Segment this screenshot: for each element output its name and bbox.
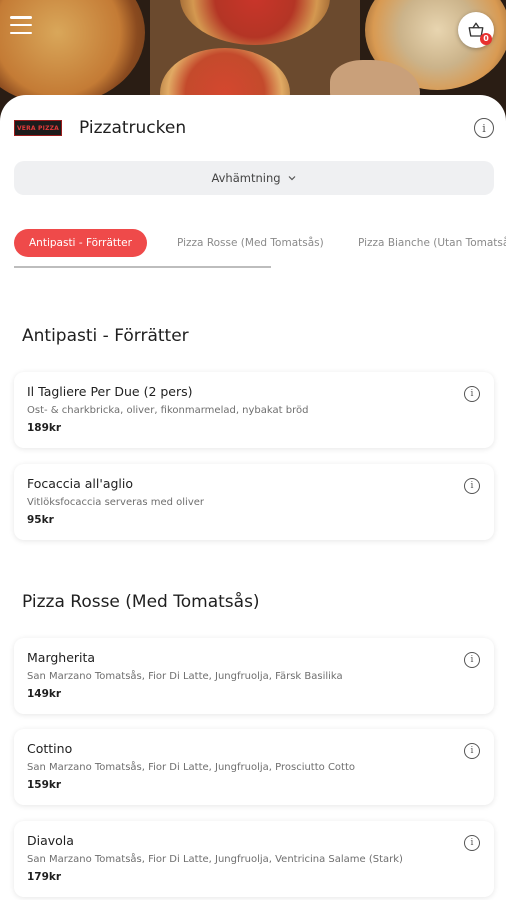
tab-scroll-indicator bbox=[14, 266, 271, 268]
delivery-mode-select[interactable]: Avhämtning bbox=[14, 161, 494, 195]
item-description: San Marzano Tomatsås, Fior Di Latte, Jun… bbox=[27, 762, 356, 773]
item-price: 149kr bbox=[27, 688, 62, 700]
menu-sheet: VERA PIZZA Pizzatrucken i Avhämtning Ant… bbox=[0, 95, 506, 900]
menu-item-card[interactable]: Focaccia all'aglio Vitlöksfocaccia serve… bbox=[14, 464, 494, 540]
category-tabs: Antipasti - Förrätter Pizza Rosse (Med T… bbox=[0, 228, 506, 268]
item-price: 189kr bbox=[27, 422, 62, 434]
restaurant-header: VERA PIZZA Pizzatrucken i bbox=[14, 113, 494, 143]
info-icon[interactable]: i bbox=[464, 743, 480, 759]
section-title-pizza-rosse: Pizza Rosse (Med Tomatsås) bbox=[22, 592, 260, 612]
item-description: Ost- & charkbricka, oliver, fikonmarmela… bbox=[27, 405, 309, 416]
menu-item-card[interactable]: Il Tagliere Per Due (2 pers) Ost- & char… bbox=[14, 372, 494, 448]
item-price: 159kr bbox=[27, 779, 62, 791]
hamburger-menu-icon[interactable] bbox=[10, 16, 32, 34]
item-description: San Marzano Tomatsås, Fior Di Latte, Jun… bbox=[27, 671, 343, 682]
section-title-antipasti: Antipasti - Förrätter bbox=[22, 326, 189, 346]
restaurant-logo: VERA PIZZA bbox=[14, 120, 62, 136]
item-name: Cottino bbox=[27, 741, 73, 756]
info-icon[interactable]: i bbox=[464, 835, 480, 851]
info-icon[interactable]: i bbox=[464, 386, 480, 402]
info-icon[interactable]: i bbox=[464, 652, 480, 668]
item-description: Vitlöksfocaccia serveras med oliver bbox=[27, 497, 205, 508]
cart-count-badge: 0 bbox=[480, 33, 492, 45]
info-icon[interactable]: i bbox=[464, 478, 480, 494]
cart-button[interactable]: 0 bbox=[458, 12, 494, 48]
item-name: Focaccia all'aglio bbox=[27, 476, 134, 491]
restaurant-name: Pizzatrucken bbox=[79, 118, 187, 138]
tab-antipasti[interactable]: Antipasti - Förrätter bbox=[14, 229, 147, 257]
tab-pizza-rosse[interactable]: Pizza Rosse (Med Tomatsås) bbox=[177, 229, 324, 257]
item-description: San Marzano Tomatsås, Fior Di Latte, Jun… bbox=[27, 854, 403, 865]
delivery-mode-label: Avhämtning bbox=[211, 171, 281, 185]
tab-pizza-bianche[interactable]: Pizza Bianche (Utan Tomatsås) bbox=[358, 229, 506, 257]
item-name: Diavola bbox=[27, 833, 74, 848]
menu-item-card[interactable]: Cottino San Marzano Tomatsås, Fior Di La… bbox=[14, 729, 494, 805]
item-name: Margherita bbox=[27, 650, 96, 665]
menu-item-card[interactable]: Margherita San Marzano Tomatsås, Fior Di… bbox=[14, 638, 494, 714]
chevron-down-icon bbox=[288, 176, 295, 181]
item-price: 95kr bbox=[27, 514, 54, 526]
menu-item-card[interactable]: Diavola San Marzano Tomatsås, Fior Di La… bbox=[14, 821, 494, 897]
item-name: Il Tagliere Per Due (2 pers) bbox=[27, 384, 193, 399]
info-icon[interactable]: i bbox=[474, 118, 494, 138]
item-price: 179kr bbox=[27, 871, 62, 883]
